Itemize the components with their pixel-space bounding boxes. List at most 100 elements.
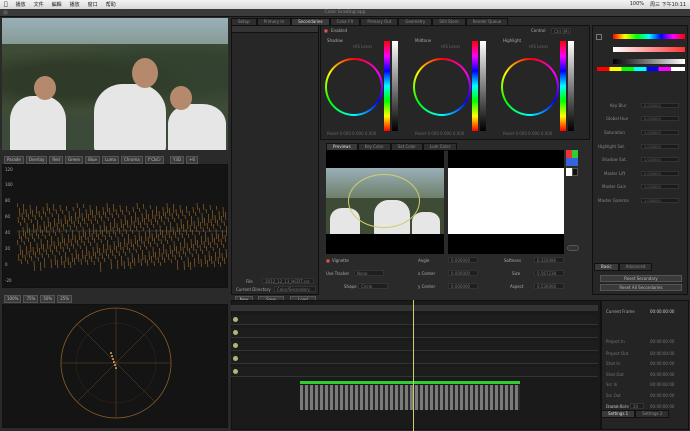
frame-rate-field[interactable]: 24 <box>630 403 644 409</box>
tab-basic[interactable]: Basic <box>594 263 619 271</box>
apple-icon[interactable]:  <box>4 1 8 8</box>
midtone-reset[interactable]: Reset 0.000 0.000 0.000 <box>415 131 464 136</box>
master-gain-field[interactable]: 1.000000 <box>641 184 679 189</box>
track-1-toggle[interactable] <box>233 317 238 322</box>
midtone-color-wheel[interactable] <box>413 58 471 116</box>
track-3-toggle[interactable] <box>233 343 238 348</box>
master-lift-field[interactable]: 0.000000 <box>641 171 679 176</box>
source-viewer[interactable] <box>2 18 228 150</box>
scope-y3d[interactable]: Y3D <box>169 156 185 164</box>
shadow-reset[interactable]: Reset 0.000 0.000 0.000 <box>327 131 376 136</box>
shadow-color-wheel[interactable] <box>325 58 383 116</box>
scope-ycbcr[interactable]: Y'CbCr <box>144 156 164 164</box>
highlight-reset[interactable]: Reset 0.000 0.000 0.000 <box>503 131 552 136</box>
secondary-preview[interactable] <box>326 150 444 254</box>
preview-toggle[interactable] <box>567 245 579 251</box>
menu-item-3[interactable]: 編輯 <box>52 1 62 8</box>
angle-field[interactable]: 0.000000 <box>448 257 478 263</box>
clip-blocks[interactable] <box>300 385 520 410</box>
zoom-100[interactable]: 100% <box>4 295 22 303</box>
highlight-sat-field[interactable]: 1.000000 <box>641 144 679 149</box>
tab-advanced[interactable]: Advanced <box>618 263 653 271</box>
saturation-field[interactable]: 1.000000 <box>641 130 679 135</box>
track-5[interactable] <box>231 367 598 377</box>
duration-value: 00:00:00:00 <box>650 404 675 409</box>
menu-item-6[interactable]: 帮助 <box>106 1 116 8</box>
highlight-hue-bar[interactable] <box>560 41 566 131</box>
global-hue-label: Global Hue <box>606 116 629 121</box>
scope-overlay[interactable]: Overlay <box>25 156 48 164</box>
zoom-25[interactable]: 25% <box>57 295 73 303</box>
swatch-row[interactable] <box>597 67 685 71</box>
vectorscope-dot <box>113 361 115 363</box>
menu-item-5[interactable]: 窗口 <box>88 1 98 8</box>
track-3[interactable] <box>231 341 598 351</box>
midtone-level-bar[interactable] <box>480 41 486 131</box>
hue-strip-1[interactable] <box>613 34 685 39</box>
battery-status[interactable]: 100% <box>630 1 644 8</box>
softness-field[interactable]: 0.320496 <box>534 257 564 263</box>
vignette-ellipse[interactable] <box>348 174 420 228</box>
track-2[interactable] <box>231 328 598 338</box>
key-blur-field[interactable]: 0.000000 <box>641 103 679 108</box>
project-in-label: Project In <box>606 339 625 344</box>
master-gamma-field[interactable]: 1.000000 <box>641 198 679 203</box>
reset-secondary-button[interactable]: Reset Secondary <box>600 275 682 282</box>
scope-blue[interactable]: Blue <box>85 156 100 164</box>
zoom-75[interactable]: 75% <box>23 295 39 303</box>
tab-settings-2[interactable]: Settings 2 <box>635 410 670 418</box>
shadow-level-bar[interactable] <box>392 41 398 131</box>
list-header <box>232 26 318 33</box>
menu-item-1[interactable]: 播放 <box>16 1 26 8</box>
swatch-black[interactable] <box>572 168 578 176</box>
enabled-checkbox[interactable]: ■ <box>324 28 328 33</box>
aspect-label: Aspect <box>510 284 524 289</box>
timeline-ruler[interactable] <box>231 305 598 311</box>
tab-settings-1[interactable]: Settings 1 <box>601 410 636 418</box>
shadow-sat-field[interactable]: 1.000000 <box>641 157 679 162</box>
menu-item-2[interactable]: 文件 <box>34 1 44 8</box>
ycenter-field[interactable]: 0.000000 <box>448 283 478 289</box>
hue-strip-3[interactable] <box>613 59 685 64</box>
scope-luma[interactable]: Luma <box>101 156 119 164</box>
highlight-level-bar[interactable] <box>568 41 574 131</box>
xcenter-field[interactable]: 0.000000 <box>448 270 478 276</box>
track-4[interactable] <box>231 354 598 364</box>
clock[interactable]: 周三 下午10:11 <box>650 1 686 8</box>
reset-all-button[interactable]: Reset All Secondaries <box>600 284 682 291</box>
shadow-hue-bar[interactable] <box>384 41 390 131</box>
clip-strip[interactable] <box>300 381 520 384</box>
file-field[interactable]: 2012_12_13_HCDT.sss <box>262 278 314 284</box>
right-tabs: Basic Advanced <box>594 263 653 271</box>
global-hue-field[interactable]: 0.000000 <box>641 116 679 121</box>
track-1[interactable] <box>231 315 598 325</box>
track-5-toggle[interactable] <box>233 369 238 374</box>
size-field[interactable]: 0.567238 <box>534 270 564 276</box>
swatch-blue[interactable] <box>566 158 578 166</box>
playhead[interactable] <box>413 300 414 431</box>
midtone-hs-label: H/S Level <box>441 44 460 49</box>
shape-dropdown[interactable]: Circle <box>358 283 388 289</box>
hue-strip-2[interactable] <box>613 47 685 52</box>
secondary-list <box>231 25 319 295</box>
aspect-field[interactable]: 0.530000 <box>534 283 564 289</box>
eyedropper-icon[interactable] <box>596 34 602 40</box>
scope-parade[interactable]: Parade <box>4 156 24 164</box>
track-2-toggle[interactable] <box>233 330 238 335</box>
matte-preview[interactable] <box>448 150 564 254</box>
menu-item-4[interactable]: 播放 <box>70 1 80 8</box>
swatch-green[interactable] <box>572 150 578 158</box>
highlight-color-wheel[interactable] <box>501 58 559 116</box>
scale-40: 40 <box>5 230 11 235</box>
control-dropdown[interactable]: Ctrl (M) <box>551 28 571 34</box>
midtone-hue-bar[interactable] <box>472 41 478 131</box>
scope-red[interactable]: Red <box>49 156 63 164</box>
scope-plus6[interactable]: +6 <box>186 156 198 164</box>
zoom-50[interactable]: 50% <box>40 295 56 303</box>
scope-green[interactable]: Green <box>64 156 84 164</box>
tracker-dropdown[interactable]: None <box>354 270 384 276</box>
scope-chroma[interactable]: Chroma <box>120 156 143 164</box>
dir-field[interactable]: Color/Secondary <box>274 286 316 292</box>
track-4-toggle[interactable] <box>233 356 238 361</box>
vignette-checkbox[interactable]: ■ <box>326 258 330 263</box>
